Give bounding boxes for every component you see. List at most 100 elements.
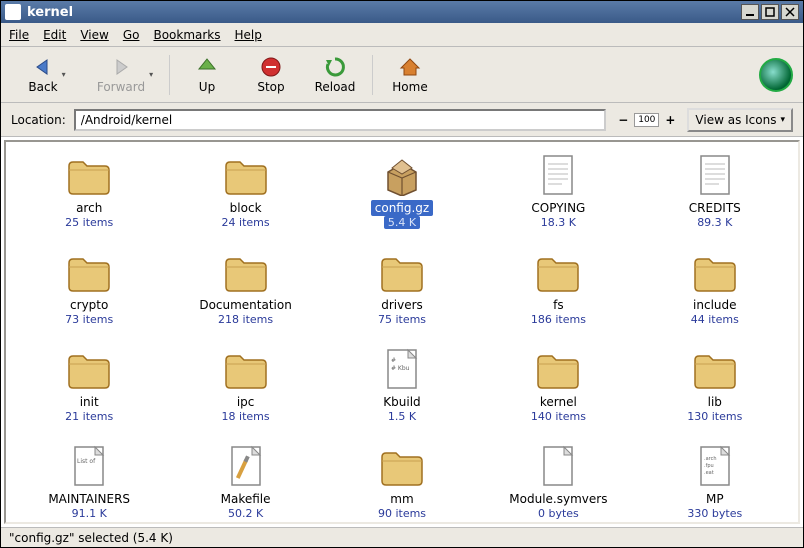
location-input[interactable] [74, 109, 606, 131]
up-button[interactable]: Up [178, 51, 236, 99]
file-item[interactable]: CREDITS89.3 K [640, 152, 790, 231]
status-text: "config.gz" selected (5.4 K) [9, 531, 173, 545]
text-icon [691, 154, 739, 198]
toolbar-separator [169, 55, 170, 95]
location-label: Location: [11, 113, 66, 127]
close-button[interactable] [781, 4, 799, 20]
file-item[interactable]: kernel140 items [483, 346, 633, 425]
file-name: Module.symvers [505, 491, 611, 507]
file-item[interactable]: crypto73 items [14, 249, 164, 328]
file-name: init [76, 394, 103, 410]
file-item[interactable]: ipc18 items [170, 346, 320, 425]
svg-text:# Kbu: # Kbu [391, 365, 410, 372]
file-name: Kbuild [379, 394, 424, 410]
file-item[interactable]: config.gz5.4 K [327, 152, 477, 231]
file-item[interactable]: block24 items [170, 152, 320, 231]
file-subtitle: 18.3 K [537, 216, 580, 229]
file-item[interactable]: Module.symvers0 bytes [483, 443, 633, 522]
menubar: File Edit View Go Bookmarks Help [1, 23, 803, 47]
mp-icon: .arch.fpu.eat [691, 445, 739, 489]
menu-edit[interactable]: Edit [43, 28, 66, 42]
back-icon [32, 56, 54, 78]
svg-text:.eat: .eat [704, 470, 714, 476]
file-item[interactable]: Makefile50.2 K [170, 443, 320, 522]
file-subtitle: 24 items [218, 216, 274, 229]
file-subtitle: 90 items [374, 507, 430, 520]
menu-help[interactable]: Help [235, 28, 262, 42]
icon-view[interactable]: arch25 itemsblock24 itemsconfig.gz5.4 KC… [4, 140, 800, 524]
toolbar: Back ▾ Forward ▾ Up Stop Reload Home [1, 47, 803, 103]
svg-text:.fpu: .fpu [704, 463, 714, 469]
folder-icon [65, 154, 113, 198]
titlebar[interactable]: kernel [1, 1, 803, 23]
blank-icon [534, 445, 582, 489]
file-name: config.gz [371, 200, 433, 216]
file-subtitle: 330 bytes [683, 507, 746, 520]
file-name: crypto [66, 297, 112, 313]
file-subtitle: 91.1 K [68, 507, 111, 520]
file-item[interactable]: include44 items [640, 249, 790, 328]
svg-text:List of: List of [77, 458, 96, 465]
window-title: kernel [27, 5, 741, 20]
window-controls [741, 4, 799, 20]
back-button[interactable]: Back ▾ [11, 51, 83, 99]
forward-button[interactable]: Forward ▾ [89, 51, 161, 99]
file-item[interactable]: fs186 items [483, 249, 633, 328]
text-icon [534, 154, 582, 198]
folder-icon [534, 348, 582, 392]
svg-text:.arch: .arch [704, 456, 717, 462]
file-item[interactable]: ## KbuKbuild1.5 K [327, 346, 477, 425]
file-item[interactable]: .arch.fpu.eat MP330 bytes [640, 443, 790, 522]
file-item[interactable]: arch25 items [14, 152, 164, 231]
file-name: fs [549, 297, 567, 313]
folder-icon [378, 251, 426, 295]
home-button[interactable]: Home [381, 51, 439, 99]
file-item[interactable]: COPYING18.3 K [483, 152, 633, 231]
file-subtitle: 130 items [683, 410, 746, 423]
stop-icon [260, 56, 282, 78]
stop-button[interactable]: Stop [242, 51, 300, 99]
file-name: COPYING [527, 200, 589, 216]
svg-text:#: # [391, 357, 396, 364]
folder-icon [691, 348, 739, 392]
chevron-down-icon[interactable]: ▾ [149, 70, 153, 79]
zoom-out-button[interactable]: − [614, 111, 632, 129]
file-item[interactable]: Documentation218 items [170, 249, 320, 328]
zoom-in-button[interactable]: + [661, 111, 679, 129]
reload-icon [324, 56, 346, 78]
forward-icon [110, 56, 132, 78]
file-subtitle: 25 items [61, 216, 117, 229]
menu-bookmarks[interactable]: Bookmarks [153, 28, 220, 42]
file-subtitle: 44 items [687, 313, 743, 326]
file-subtitle: 186 items [527, 313, 590, 326]
file-item[interactable]: mm90 items [327, 443, 477, 522]
file-subtitle: 18 items [218, 410, 274, 423]
file-name: CREDITS [685, 200, 745, 216]
file-item[interactable]: List ofMAINTAINERS91.1 K [14, 443, 164, 522]
file-subtitle: 218 items [214, 313, 277, 326]
menu-file[interactable]: File [9, 28, 29, 42]
folder-icon [378, 445, 426, 489]
statusbar: "config.gz" selected (5.4 K) [1, 527, 803, 547]
throbber-icon [759, 58, 793, 92]
file-subtitle: 21 items [61, 410, 117, 423]
menu-view[interactable]: View [80, 28, 108, 42]
file-item[interactable]: drivers75 items [327, 249, 477, 328]
folder-icon [222, 251, 270, 295]
folder-icon [65, 251, 113, 295]
menu-go[interactable]: Go [123, 28, 140, 42]
file-subtitle: 89.3 K [693, 216, 736, 229]
reload-button[interactable]: Reload [306, 51, 364, 99]
file-name: MP [702, 491, 728, 507]
listof-icon: List of [65, 445, 113, 489]
maximize-button[interactable] [761, 4, 779, 20]
file-name: Documentation [195, 297, 296, 313]
chevron-down-icon[interactable]: ▾ [62, 70, 66, 79]
minimize-button[interactable] [741, 4, 759, 20]
file-item[interactable]: lib130 items [640, 346, 790, 425]
file-item[interactable]: init21 items [14, 346, 164, 425]
file-name: ipc [233, 394, 259, 410]
location-bar: Location: − 100 + View as Icons ▾ [1, 103, 803, 137]
zoom-control: − 100 + [614, 111, 679, 129]
view-mode-select[interactable]: View as Icons ▾ [687, 108, 793, 132]
